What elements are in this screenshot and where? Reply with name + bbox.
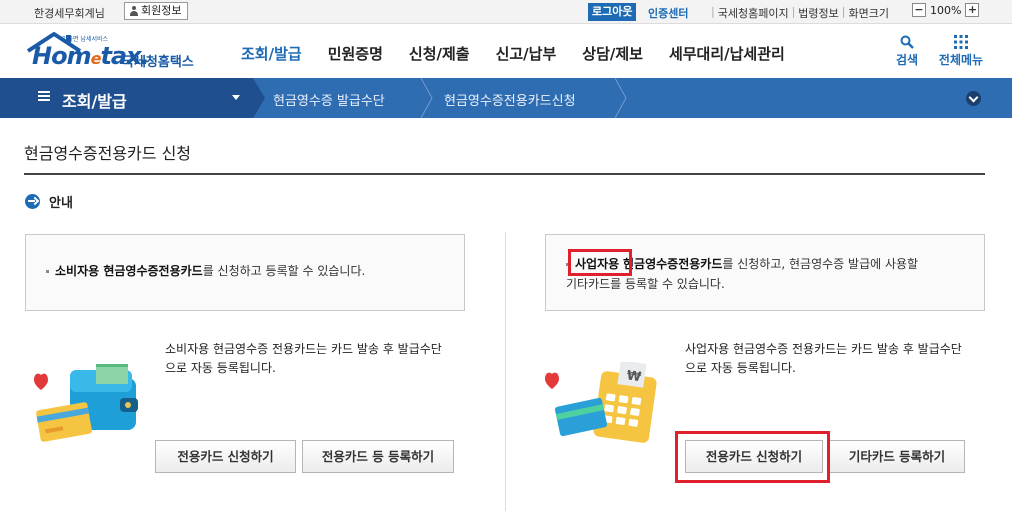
user-name: 한경세무회계님 <box>34 7 105 20</box>
nav-tax-agent[interactable]: 세무대리/납세관리 <box>669 43 785 64</box>
consumer-info-bold: 소비자용 현금영수증전용카드 <box>55 264 203 278</box>
nav-apply-submit[interactable]: 신청/제출 <box>409 43 470 64</box>
utility-bar: 한경세무회계님 회원정보 로그아웃 인증센터 | 국세청홈페이지 | 법령정보 … <box>0 0 1012 24</box>
member-info-button[interactable]: 회원정보 <box>124 2 189 20</box>
search-icon <box>900 35 914 49</box>
nav-consult-report[interactable]: 상담/제보 <box>582 43 643 64</box>
law-info-link[interactable]: 법령정보 <box>798 5 838 21</box>
nav-inquiry-issue[interactable]: 조회/발급 <box>241 43 302 64</box>
breadcrumb-separator-icon <box>253 78 265 118</box>
page-title: 현금영수증전용카드 신청 <box>24 144 192 163</box>
all-menu-button[interactable]: 전체메뉴 <box>935 33 987 68</box>
search-button[interactable]: 검색 <box>892 33 922 68</box>
consumer-description: 소비자용 현금영수증 전용카드는 카드 발송 후 발급수단 으로 자동 등록됩니… <box>165 342 442 375</box>
site-header: 안하면 납세서비스 Hometax. 국세청홈택스 조회/발급 민원증명 신청/… <box>0 25 1012 78</box>
certificate-center-link[interactable]: 인증센터 <box>648 5 688 21</box>
panel-divider <box>505 232 506 511</box>
business-info-text-2: 기타카드를 등록할 수 있습니다. <box>566 277 725 291</box>
chevron-down-icon <box>232 95 240 100</box>
business-description: 사업자용 현금영수증 전용카드는 카드 발송 후 발급수단 으로 자동 등록됩니… <box>685 342 962 375</box>
business-info-text-1: 를 신청하고, 현금영수증 발급에 사용할 <box>722 257 919 271</box>
guide-label: 안내 <box>49 196 73 211</box>
zoom-out-button[interactable]: − <box>912 3 926 17</box>
breadcrumb-section: 조회/발급 <box>62 92 127 111</box>
utility-links: | 국세청홈페이지 | 법령정보 | 화면크기 <box>711 5 889 21</box>
consumer-apply-card-button[interactable]: 전용카드 신청하기 <box>155 440 296 473</box>
consumer-register-card-button[interactable]: 전용카드 등 등록하기 <box>302 440 454 473</box>
title-divider <box>24 173 985 175</box>
zoom-in-button[interactable]: + <box>965 3 980 17</box>
bullet-icon <box>46 270 49 273</box>
nav-civil-certificates[interactable]: 민원증명 <box>328 43 383 64</box>
breadcrumb-section-dropdown[interactable]: 조회/발급 <box>0 78 253 118</box>
highlight-box-apply-button <box>675 431 830 483</box>
grid-menu-icon <box>954 35 968 49</box>
member-info-label: 회원정보 <box>141 4 182 17</box>
calculator-card-icon: ₩ <box>545 362 657 443</box>
arrow-circle-icon <box>25 194 40 209</box>
breadcrumb-item-card-apply[interactable]: 현금영수증전용카드신청 <box>444 90 576 109</box>
consumer-info-box: 소비자용 현금영수증전용카드를 신청하고 등록할 수 있습니다. <box>25 234 465 311</box>
breadcrumb-separator-icon <box>420 78 433 118</box>
breadcrumb: 조회/발급 현금영수증 발급수단 현금영수증전용카드신청 <box>0 78 1012 118</box>
business-register-other-card-button[interactable]: 기타카드 등록하기 <box>829 440 965 473</box>
consumer-info-text: 를 신청하고 등록할 수 있습니다. <box>202 264 366 278</box>
wallet-card-icon <box>34 364 138 442</box>
breadcrumb-item-issue-means[interactable]: 현금영수증 발급수단 <box>273 90 385 109</box>
hometax-logo[interactable]: 안하면 납세서비스 Hometax. 국세청홈택스 <box>24 31 214 71</box>
heart-icon <box>545 372 559 389</box>
breadcrumb-expand-button[interactable] <box>966 91 981 106</box>
guide-heading: 안내 <box>25 192 73 211</box>
business-info-bold: 현금영수증전용카드 <box>623 257 723 271</box>
highlight-box-business <box>568 249 632 276</box>
hamburger-icon <box>38 91 50 101</box>
heart-icon <box>34 373 48 390</box>
screen-size-label: 화면크기 <box>848 7 889 20</box>
zoom-control: − 100% + <box>912 3 980 17</box>
search-label: 검색 <box>895 53 919 67</box>
svg-text:₩: ₩ <box>626 368 643 385</box>
breadcrumb-separator-icon <box>614 78 627 118</box>
logo-korean: 국세청홈택스 <box>122 55 194 70</box>
person-icon <box>129 6 139 16</box>
logout-button[interactable]: 로그아웃 <box>588 3 637 21</box>
zoom-value: 100% <box>930 3 962 17</box>
all-menu-label: 전체메뉴 <box>938 53 984 67</box>
nts-homepage-link[interactable]: 국세청홈페이지 <box>718 5 789 21</box>
nav-report-pay[interactable]: 신고/납부 <box>496 43 557 64</box>
main-nav: 조회/발급 민원증명 신청/제출 신고/납부 상담/제보 세무대리/납세관리 <box>241 43 811 64</box>
